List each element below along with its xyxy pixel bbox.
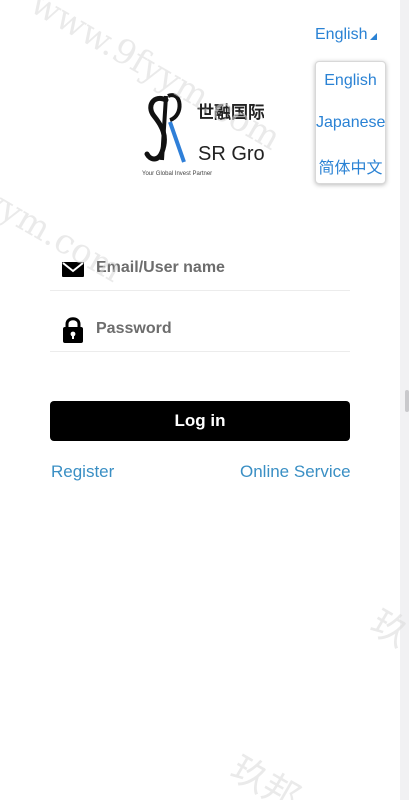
- scrollbar-thumb[interactable]: [405, 390, 409, 412]
- language-option-english[interactable]: English: [316, 72, 385, 90]
- lock-icon: [63, 317, 83, 343]
- sr-logo-mark-icon: 世融国际 SR Group Your Global Invest Partner: [142, 93, 287, 177]
- language-option-chinese[interactable]: 简体中文: [316, 154, 385, 178]
- language-toggle[interactable]: English: [315, 25, 378, 45]
- language-dropdown-menu: English Japanese 简体中文: [315, 61, 386, 184]
- caret-down-icon: [370, 32, 378, 40]
- email-input[interactable]: [94, 252, 350, 284]
- logo-english-name: SR Group: [198, 143, 264, 165]
- login-button[interactable]: Log in: [50, 401, 350, 441]
- password-input[interactable]: [94, 313, 350, 345]
- watermark-text-bottom: 玖邦: [224, 748, 307, 800]
- sr-group-logo: 世融国际 SR Group Your Global Invest Partner: [140, 86, 287, 178]
- language-current-label: English: [315, 26, 368, 43]
- logo-chinese-name: 世融国际: [197, 103, 264, 123]
- envelope-icon: [62, 262, 84, 277]
- logo-tagline: Your Global Invest Partner: [142, 171, 212, 177]
- language-option-japanese[interactable]: Japanese: [316, 114, 385, 132]
- register-link[interactable]: Register: [51, 462, 114, 482]
- online-service-link[interactable]: Online Service: [240, 462, 351, 482]
- password-field-row: [50, 309, 350, 352]
- email-field-row: [50, 248, 350, 291]
